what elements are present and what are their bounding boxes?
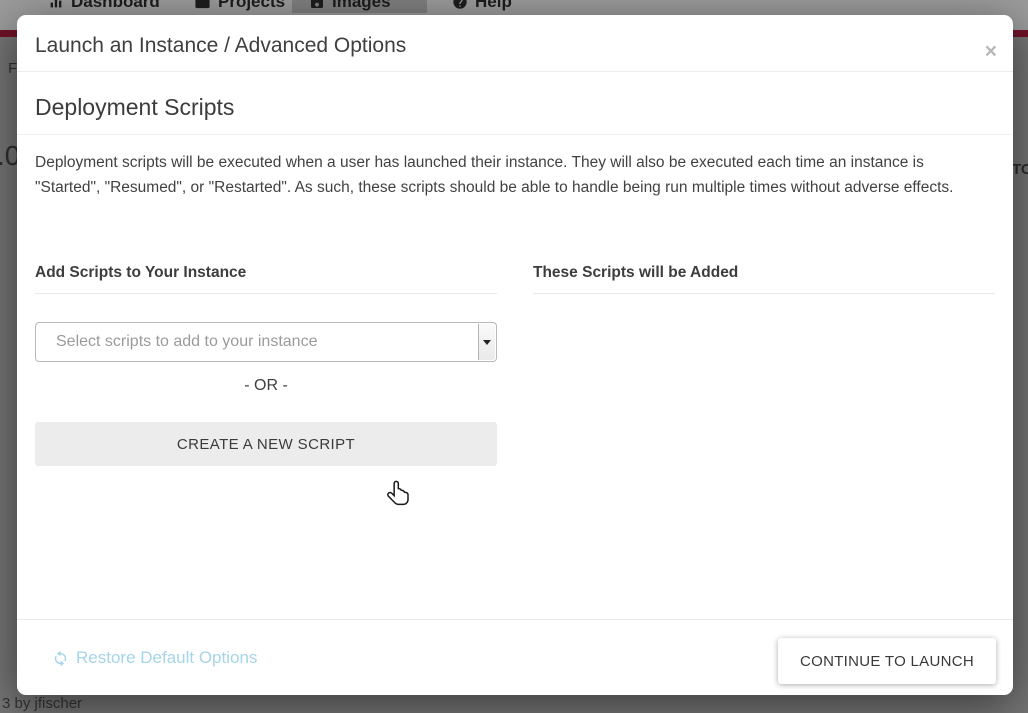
nav-tab-label: Images <box>332 0 391 12</box>
nav-tab-dashboard[interactable]: Dashboard <box>48 0 160 14</box>
added-scripts-column: These Scripts will be Added <box>533 264 995 466</box>
nav-tab-label: Projects <box>218 0 285 12</box>
folder-icon <box>194 0 211 11</box>
scripts-select-placeholder: Select scripts to add to your instance <box>36 333 317 351</box>
deployment-scripts-description: Deployment scripts will be executed when… <box>35 150 967 200</box>
nav-tab-projects[interactable]: Projects <box>194 0 285 14</box>
or-separator: - OR - <box>35 377 497 395</box>
scripts-columns: Add Scripts to Your Instance Select scri… <box>35 264 995 466</box>
add-scripts-column: Add Scripts to Your Instance Select scri… <box>35 264 497 466</box>
nav-tab-help[interactable]: Help <box>452 0 512 14</box>
modal-footer: Restore Default Options CONTINUE TO LAUN… <box>17 619 1013 695</box>
nav-tab-label: Dashboard <box>71 0 160 12</box>
close-icon[interactable]: × <box>985 41 997 62</box>
modal-title: Launch an Instance / Advanced Options <box>35 34 406 58</box>
restore-default-options-link[interactable]: Restore Default Options <box>52 648 257 668</box>
section-heading: Deployment Scripts <box>17 72 1013 135</box>
navbar-tabs-row: Dashboard Projects Images Help <box>0 0 1028 16</box>
modal-body: Deployment Scripts Deployment scripts wi… <box>17 72 1013 466</box>
nav-tab-images[interactable]: Images <box>309 0 391 14</box>
bar-chart-icon <box>48 0 64 10</box>
modal-header: Launch an Instance / Advanced Options × <box>17 15 1013 72</box>
save-icon <box>309 0 325 10</box>
continue-to-launch-button[interactable]: CONTINUE TO LAUNCH <box>778 638 996 684</box>
add-scripts-heading: Add Scripts to Your Instance <box>35 264 497 294</box>
create-new-script-button[interactable]: CREATE A NEW SCRIPT <box>35 422 497 466</box>
restore-link-label: Restore Default Options <box>76 648 257 668</box>
help-icon <box>452 0 468 10</box>
background-text-fragment: TO <box>1012 161 1028 178</box>
chevron-down-icon[interactable] <box>478 324 495 360</box>
scripts-select[interactable]: Select scripts to add to your instance <box>35 322 497 362</box>
background-text-fragment: 3 by jfischer <box>2 695 82 712</box>
added-scripts-heading: These Scripts will be Added <box>533 264 995 294</box>
refresh-icon <box>52 650 69 667</box>
advanced-options-modal: Launch an Instance / Advanced Options × … <box>17 15 1013 695</box>
nav-tab-label: Help <box>475 0 512 12</box>
